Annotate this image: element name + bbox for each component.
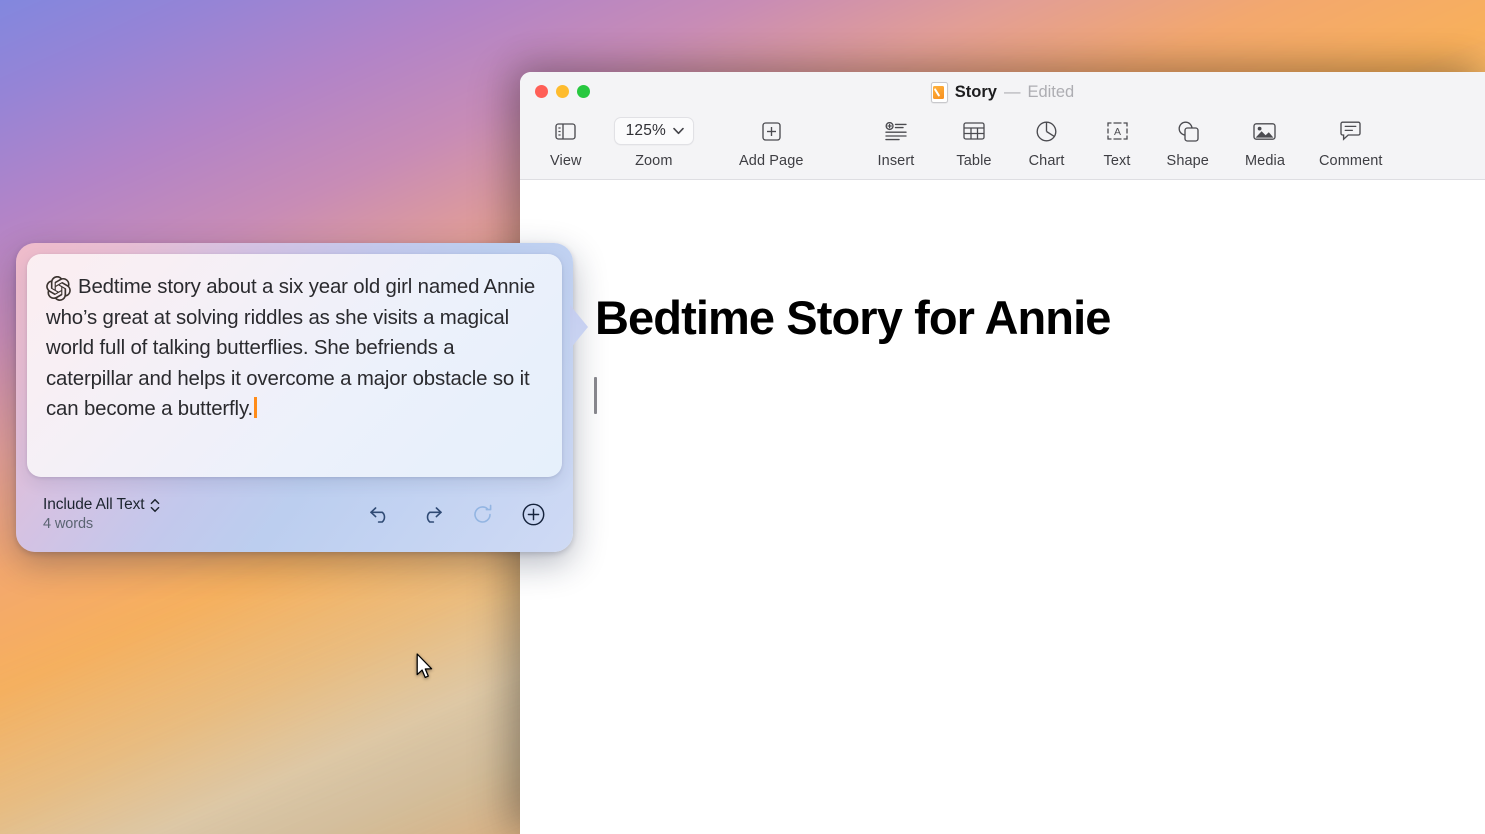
text-box-icon: A bbox=[1106, 118, 1129, 144]
document-title-group[interactable]: Story — Edited bbox=[520, 82, 1485, 103]
comment-bubble-icon bbox=[1340, 118, 1361, 144]
toolbar-item-table[interactable]: Table bbox=[956, 112, 991, 169]
toolbar-label-comment: Comment bbox=[1319, 153, 1383, 169]
add-plus-icon[interactable] bbox=[521, 502, 546, 527]
add-page-icon bbox=[762, 118, 781, 144]
word-count-label: 4 words bbox=[43, 516, 160, 532]
shape-icon bbox=[1177, 118, 1199, 144]
toolbar-label-add-page: Add Page bbox=[739, 153, 804, 169]
zoom-value: 125% bbox=[626, 122, 666, 140]
zoom-value-pill[interactable]: 125% bbox=[614, 117, 694, 145]
document-state: Edited bbox=[1027, 83, 1074, 102]
title-separator: — bbox=[1004, 83, 1021, 102]
svg-text:A: A bbox=[1114, 126, 1121, 138]
undo-icon[interactable] bbox=[368, 502, 393, 527]
toolbar-label-shape: Shape bbox=[1167, 153, 1209, 169]
zoom-popup-icon[interactable]: 125% bbox=[614, 118, 694, 144]
prompt-textbox[interactable]: Bedtime story about a six year old girl … bbox=[27, 254, 562, 477]
popup-bottom-bar: Include All Text 4 words bbox=[27, 487, 562, 541]
toolbar-item-view[interactable]: View bbox=[550, 112, 582, 169]
media-image-icon bbox=[1253, 118, 1276, 144]
toolbar-label-chart: Chart bbox=[1029, 153, 1065, 169]
toolbar-label-table: Table bbox=[956, 153, 991, 169]
toolbar-item-comment[interactable]: Comment bbox=[1319, 112, 1383, 169]
prompt-text-content: Bedtime story about a six year old girl … bbox=[46, 276, 535, 420]
main-toolbar: View 125% Zoom bbox=[520, 112, 1485, 180]
popup-action-buttons bbox=[368, 502, 546, 527]
toolbar-label-view: View bbox=[550, 153, 582, 169]
toolbar-item-add-page[interactable]: Add Page bbox=[739, 112, 804, 169]
pages-document-icon bbox=[931, 82, 948, 103]
page-title: Bedtime Story for Annie bbox=[595, 290, 1111, 345]
toolbar-item-zoom[interactable]: 125% Zoom bbox=[614, 112, 694, 169]
sidebar-icon bbox=[555, 118, 576, 144]
toolbar-item-text[interactable]: A Text bbox=[1104, 112, 1131, 169]
include-text-label: Include All Text bbox=[43, 496, 145, 514]
popup-options-group: Include All Text 4 words bbox=[43, 496, 160, 532]
table-icon bbox=[963, 118, 985, 144]
toolbar-label-zoom: Zoom bbox=[635, 153, 672, 169]
document-canvas[interactable]: Bedtime Story for Annie bbox=[520, 181, 1485, 834]
chart-pie-icon bbox=[1036, 118, 1057, 144]
insert-icon bbox=[885, 118, 907, 144]
openai-logo-icon bbox=[46, 276, 71, 301]
include-text-stepper[interactable]: Include All Text bbox=[43, 496, 160, 514]
document-name: Story bbox=[955, 83, 997, 102]
prompt-caret bbox=[254, 397, 257, 418]
toolbar-label-insert: Insert bbox=[878, 153, 915, 169]
toolbar-label-text: Text bbox=[1104, 153, 1131, 169]
text-insertion-caret bbox=[594, 377, 597, 414]
toolbar-item-media[interactable]: Media bbox=[1245, 112, 1285, 169]
toolbar-item-shape[interactable]: Shape bbox=[1167, 112, 1209, 169]
chevron-down-icon bbox=[673, 127, 684, 135]
redo-icon[interactable] bbox=[419, 502, 444, 527]
prompt-text: Bedtime story about a six year old girl … bbox=[46, 272, 540, 425]
regenerate-icon[interactable] bbox=[470, 502, 495, 527]
toolbar-item-chart[interactable]: Chart bbox=[1029, 112, 1065, 169]
chatgpt-prompt-popup: Bedtime story about a six year old girl … bbox=[16, 243, 573, 552]
window-titlebar: Story — Edited View bbox=[520, 72, 1485, 180]
pages-window: Story — Edited View bbox=[520, 72, 1485, 834]
toolbar-item-insert[interactable]: Insert bbox=[878, 112, 915, 169]
stepper-updown-icon[interactable] bbox=[150, 498, 160, 513]
toolbar-label-media: Media bbox=[1245, 153, 1285, 169]
